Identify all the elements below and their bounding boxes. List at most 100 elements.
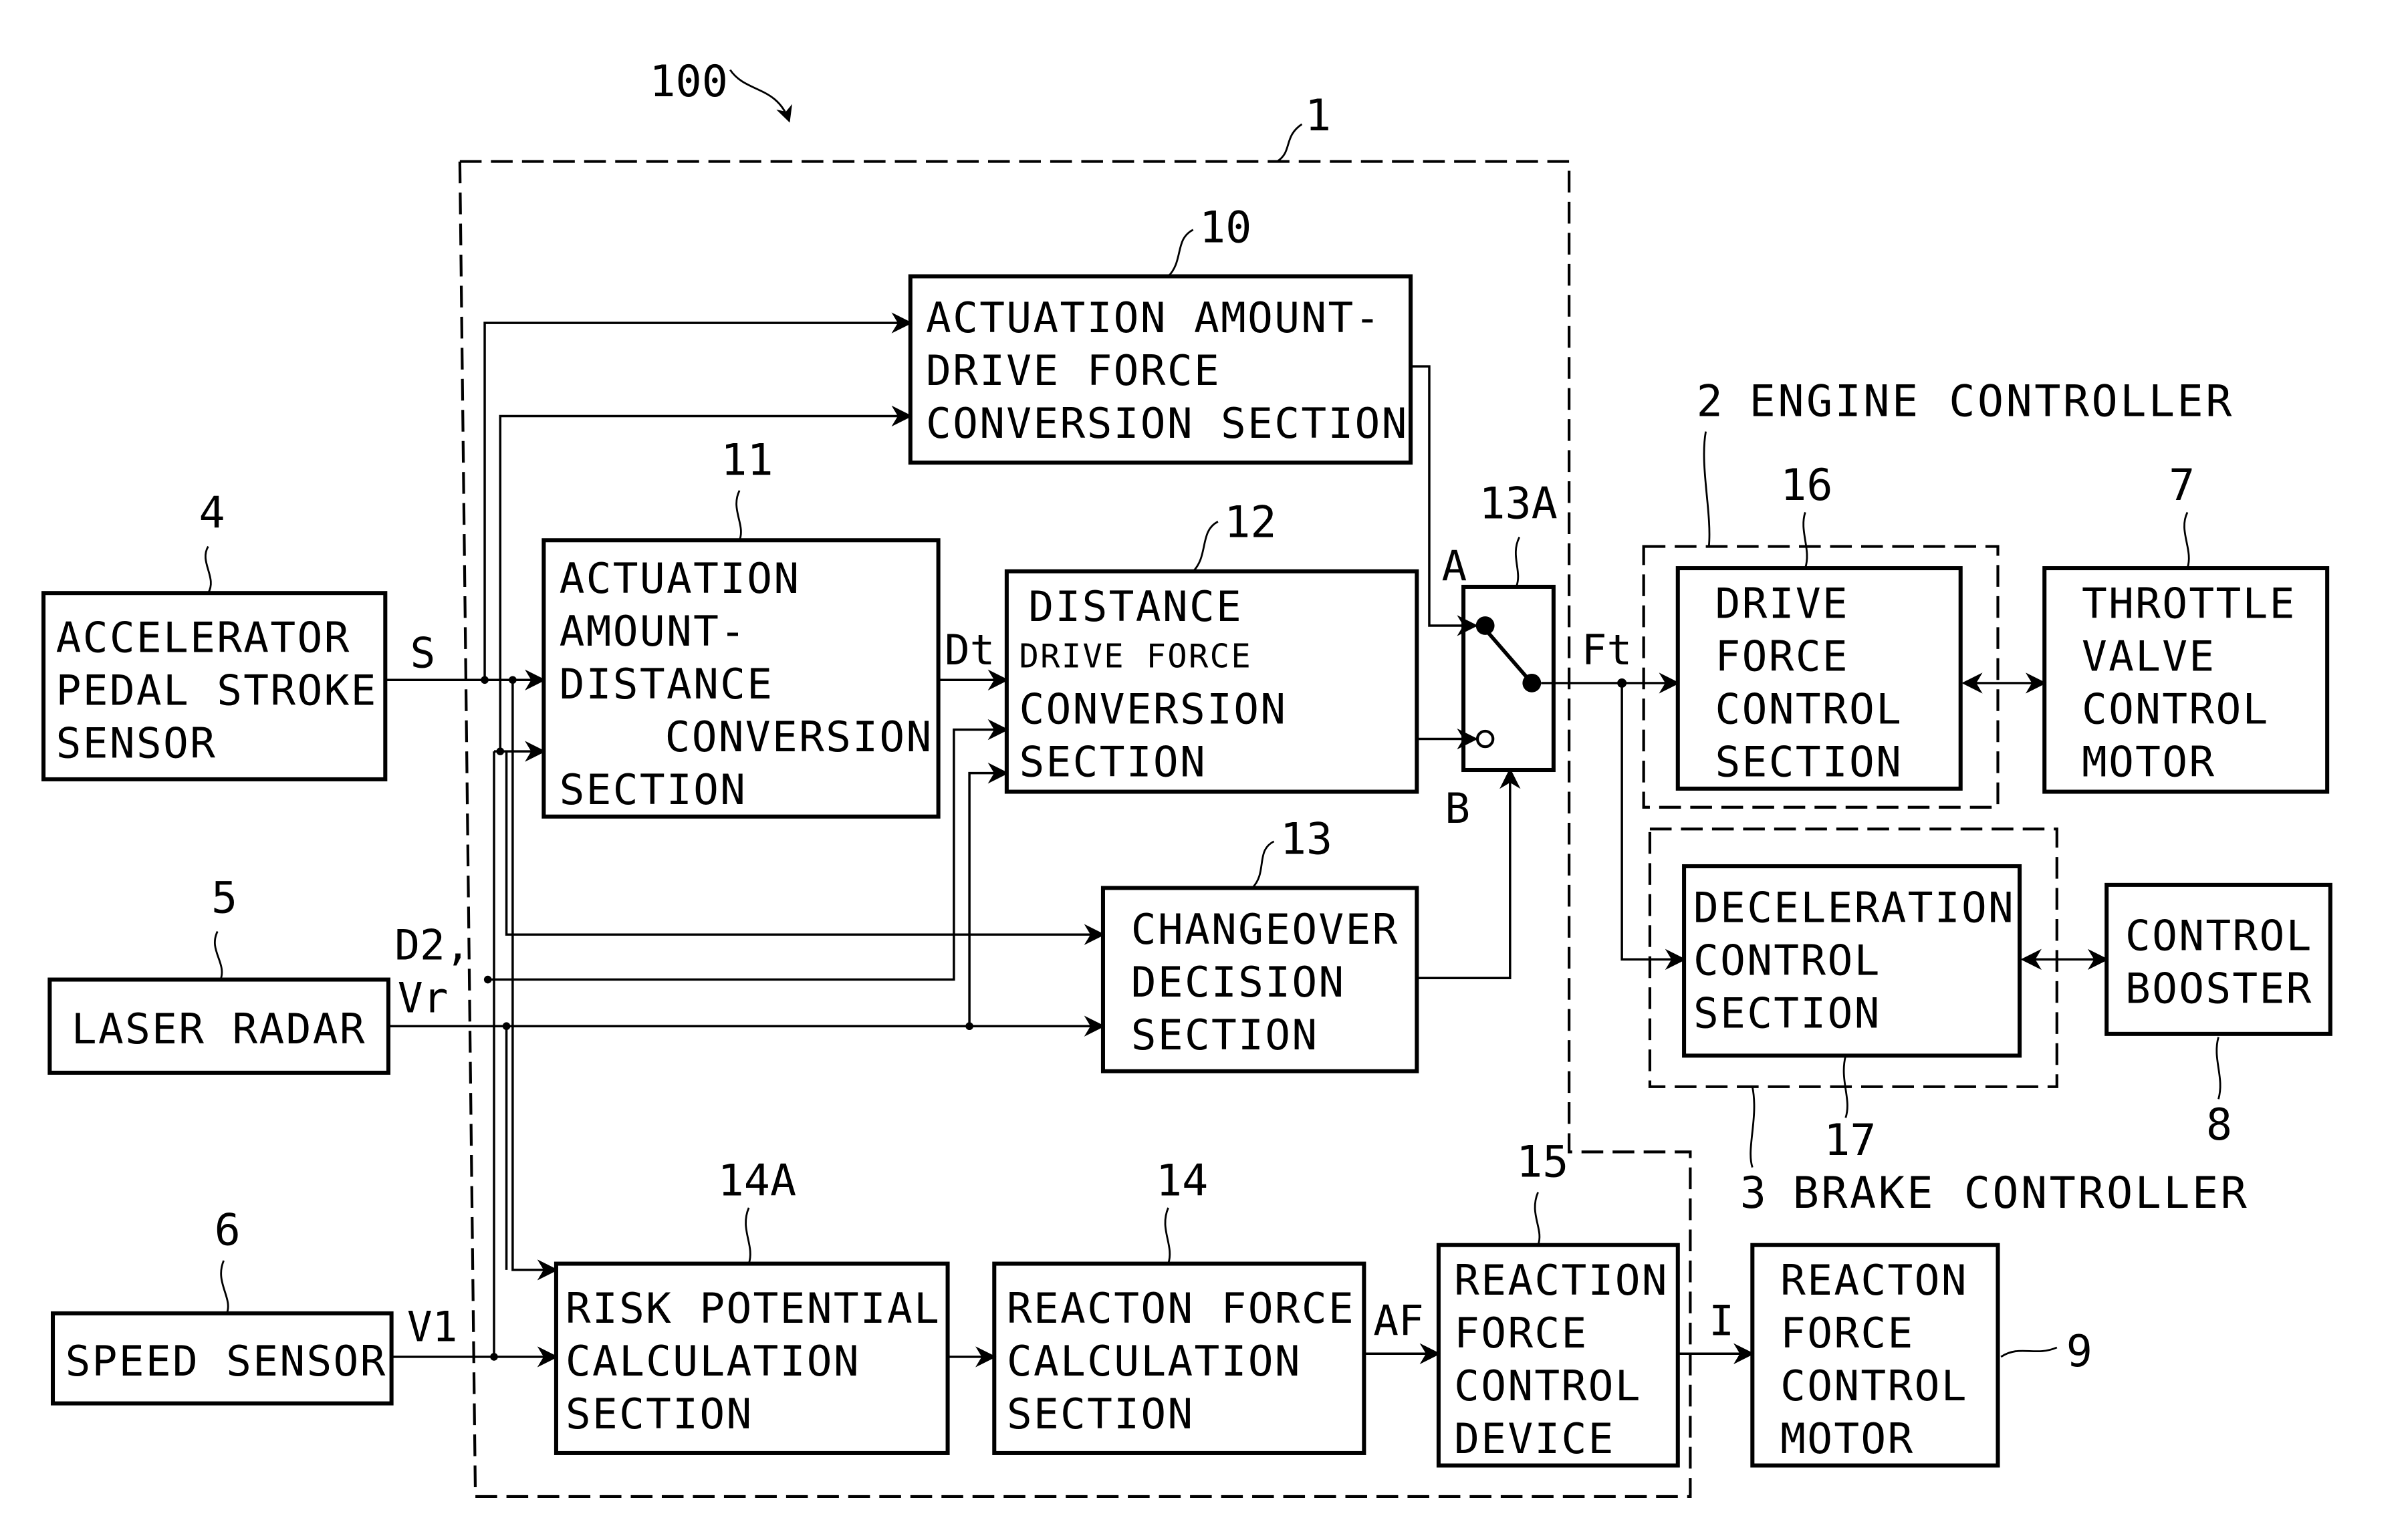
block-diagram: 100 1 ACCELERATOR PEDAL STROKE SENSOR 4 …: [41, 57, 2332, 1499]
svg-text:PEDAL STROKE: PEDAL STROKE: [56, 666, 378, 715]
block-changeover-decision: CHANGEOVER DECISION SECTION: [1100, 886, 1419, 1073]
svg-text:CONVERSION: CONVERSION: [1019, 684, 1287, 733]
leader-4: [204, 545, 212, 594]
signal-vr: Vr: [398, 973, 449, 1022]
svg-text:MOTOR: MOTOR: [2082, 737, 2215, 786]
leader-13a: [1514, 536, 1521, 588]
svg-text:REACTON: REACTON: [1780, 1256, 1968, 1305]
switch-label-a: A: [1442, 542, 1467, 591]
svg-text:CONTROL: CONTROL: [2082, 684, 2270, 733]
svg-text:DISTANCE: DISTANCE: [560, 660, 774, 709]
leader-9: [2000, 1346, 2058, 1358]
svg-text:DRIVE: DRIVE: [1715, 579, 1849, 628]
switch-contact-a: [1475, 616, 1495, 635]
signal-ft: Ft: [1582, 626, 1633, 674]
block-laser-radar: LASER RADAR: [47, 977, 390, 1075]
switch-contact-b: [1475, 729, 1495, 749]
block-reaction-force-motor: REACTON FORCE CONTROL MOTOR: [1750, 1243, 2000, 1468]
svg-text:REACTON FORCE: REACTON FORCE: [1007, 1284, 1355, 1333]
wire-vr-to-12: [968, 762, 1009, 1027]
svg-text:SECTION: SECTION: [1019, 737, 1207, 786]
leader-15: [1534, 1192, 1541, 1246]
signal-v1: V1: [407, 1303, 458, 1352]
ref-11: 11: [721, 436, 773, 486]
svg-text:CHANGEOVER: CHANGEOVER: [1131, 905, 1399, 954]
svg-text:ACCELERATOR: ACCELERATOR: [56, 613, 351, 662]
svg-text:SECTION: SECTION: [1715, 737, 1903, 786]
ref-8: 8: [2206, 1100, 2232, 1150]
junction: [965, 1022, 973, 1031]
leader-13: [1251, 840, 1275, 889]
svg-text:DRIVE FORCE: DRIVE FORCE: [1019, 638, 1252, 676]
junction: [1617, 678, 1627, 688]
svg-text:CONVERSION: CONVERSION: [665, 713, 933, 761]
svg-text:SENSOR: SENSOR: [56, 719, 217, 767]
signal-dt: Dt: [945, 626, 995, 674]
ref-5: 5: [211, 874, 237, 924]
svg-text:SPEED SENSOR: SPEED SENSOR: [66, 1337, 387, 1386]
svg-text:MOTOR: MOTOR: [1780, 1414, 1914, 1463]
switch-label-b: B: [1445, 784, 1470, 833]
ref-6: 6: [215, 1206, 241, 1256]
ref-13a: 13A: [1479, 479, 1558, 529]
system-ref-arrow: [729, 69, 792, 123]
junction: [496, 747, 505, 755]
leader-14: [1164, 1207, 1171, 1265]
svg-text:ACTUATION: ACTUATION: [560, 554, 801, 603]
ref-14a: 14A: [718, 1156, 797, 1206]
block-drive-force-conversion: ACTUATION AMOUNT- DRIVE FORCE CONVERSION…: [908, 274, 1413, 465]
svg-text:CONTROL: CONTROL: [1715, 684, 1903, 733]
svg-text:CONTROL: CONTROL: [1780, 1362, 1968, 1410]
svg-text:CONTROL: CONTROL: [2125, 911, 2313, 960]
ref-14: 14: [1156, 1156, 1208, 1206]
svg-text:ACTUATION AMOUNT-: ACTUATION AMOUNT-: [926, 293, 1382, 342]
wire-ft-to-17: [1620, 682, 1687, 971]
leader-2: [1703, 431, 1711, 547]
svg-text:CONTROL: CONTROL: [1693, 936, 1881, 985]
junction: [490, 1353, 498, 1361]
leader-14a: [745, 1207, 751, 1265]
junction: [483, 975, 492, 984]
block-throttle-valve-motor: THROTTLE VALVE CONTROL MOTOR: [2042, 566, 2330, 794]
svg-text:SECTION: SECTION: [560, 765, 747, 814]
svg-text:CONVERSION SECTION: CONVERSION SECTION: [926, 399, 1409, 448]
ref-16: 16: [1780, 461, 1832, 511]
svg-text:CALCULATION: CALCULATION: [1007, 1337, 1302, 1386]
ref-7: 7: [2169, 461, 2195, 511]
svg-text:DECISION: DECISION: [1131, 958, 1346, 1007]
svg-text:SECTION: SECTION: [1007, 1390, 1195, 1438]
signal-i: I: [1709, 1296, 1734, 1345]
block-reaction-force-control-device: REACTION FORCE CONTROL DEVICE: [1436, 1243, 1680, 1468]
ref-4: 4: [199, 489, 225, 539]
svg-text:DEVICE: DEVICE: [1454, 1414, 1615, 1463]
block-speed-sensor: SPEED SENSOR: [50, 1311, 394, 1406]
svg-text:SECTION: SECTION: [566, 1390, 753, 1438]
junction: [509, 676, 517, 684]
svg-text:RISK POTENTIAL: RISK POTENTIAL: [566, 1284, 941, 1333]
engine-controller-label: ENGINE CONTROLLER: [1750, 376, 2234, 426]
brake-controller-ref: 3: [1740, 1168, 1769, 1218]
block-distance-drive-force-conversion: DISTANCE DRIVE FORCE CONVERSION SECTION: [1004, 569, 1419, 794]
block-control-booster: CONTROL BOOSTER: [2104, 882, 2332, 1036]
controller-ref-leader: [1276, 123, 1303, 162]
leader-5: [213, 930, 223, 981]
leader-8: [2215, 1037, 2221, 1100]
svg-text:SECTION: SECTION: [1131, 1011, 1319, 1059]
switch-13a: [1461, 584, 1556, 773]
leader-3: [1750, 1086, 1756, 1168]
svg-text:LASER RADAR: LASER RADAR: [72, 1005, 366, 1053]
svg-text:THROTTLE: THROTTLE: [2082, 579, 2296, 628]
svg-text:DECELERATION: DECELERATION: [1693, 884, 2015, 932]
svg-text:DISTANCE: DISTANCE: [1028, 582, 1243, 631]
junction: [481, 676, 489, 684]
ref-17: 17: [1824, 1116, 1876, 1166]
signal-af: AF: [1373, 1296, 1424, 1345]
svg-text:CALCULATION: CALCULATION: [566, 1337, 860, 1386]
leader-10: [1167, 229, 1194, 277]
ref-10: 10: [1199, 203, 1251, 253]
block-distance-conversion: ACTUATION AMOUNT- DISTANCE CONVERSION SE…: [541, 538, 941, 819]
signal-s: S: [410, 629, 436, 678]
ref-15: 15: [1516, 1138, 1568, 1188]
system-ref-label: 100: [649, 57, 728, 107]
ref-9: 9: [2066, 1327, 2092, 1377]
